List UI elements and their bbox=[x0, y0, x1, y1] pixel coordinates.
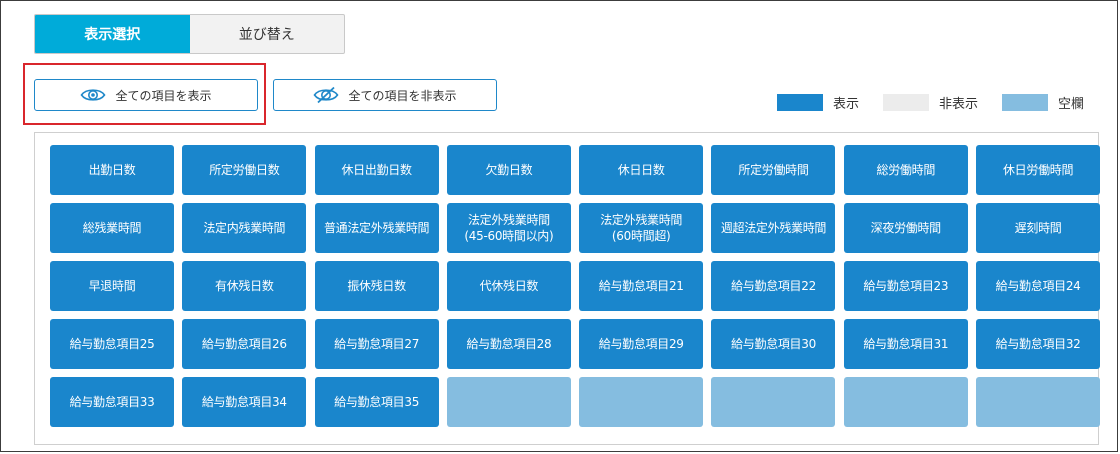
items-panel: 出勤日数 所定労働日数 休日出勤日数 欠勤日数 休日日数 所定労働時間 総労働時… bbox=[34, 132, 1101, 445]
legend-item-shown: 表示 bbox=[777, 93, 859, 112]
item-cell[interactable]: 出勤日数 bbox=[50, 145, 174, 195]
items-grid: 出勤日数 所定労働日数 休日出勤日数 欠勤日数 休日日数 所定労働時間 総労働時… bbox=[50, 145, 1101, 427]
show-all-items-label: 全ての項目を表示 bbox=[115, 88, 212, 103]
item-cell[interactable]: 所定労働日数 bbox=[182, 145, 307, 195]
item-cell[interactable]: 遅刻時間 bbox=[976, 203, 1101, 253]
item-cell[interactable]: 普通法定外残業時間 bbox=[314, 203, 439, 253]
settings-frame: 表示選択 並び替え 全ての項目を表示 全ての項目を非表示 表示 非表示 空欄 出… bbox=[0, 0, 1118, 452]
item-cell[interactable]: 欠勤日数 bbox=[446, 145, 571, 195]
item-cell[interactable]: 給与勤怠項目35 bbox=[314, 377, 439, 427]
item-cell[interactable]: 代休残日数 bbox=[446, 261, 571, 311]
item-cell[interactable]: 振休残日数 bbox=[314, 261, 439, 311]
empty-cell[interactable] bbox=[446, 377, 571, 427]
eye-icon bbox=[80, 87, 106, 103]
item-cell[interactable]: 給与勤怠項目30 bbox=[711, 319, 836, 369]
item-cell[interactable]: 有休残日数 bbox=[182, 261, 307, 311]
item-cell[interactable]: 週超法定外残業時間 bbox=[711, 203, 836, 253]
empty-cell[interactable] bbox=[843, 377, 968, 427]
empty-cell[interactable] bbox=[976, 377, 1101, 427]
item-cell[interactable]: 給与勤怠項目29 bbox=[579, 319, 704, 369]
item-cell[interactable]: 給与勤怠項目31 bbox=[843, 319, 968, 369]
eye-slash-icon bbox=[313, 86, 339, 104]
item-cell[interactable]: 給与勤怠項目26 bbox=[182, 319, 307, 369]
view-mode-tabs: 表示選択 並び替え bbox=[34, 14, 345, 54]
item-cell[interactable]: 給与勤怠項目25 bbox=[50, 319, 174, 369]
legend-label-hidden: 非表示 bbox=[939, 97, 979, 112]
legend-item-empty: 空欄 bbox=[1002, 93, 1084, 112]
item-cell[interactable]: 所定労働時間 bbox=[711, 145, 836, 195]
legend-swatch-shown bbox=[777, 94, 823, 111]
item-cell[interactable]: 休日日数 bbox=[579, 145, 704, 195]
show-all-items-button[interactable]: 全ての項目を表示 bbox=[34, 79, 258, 111]
empty-cell[interactable] bbox=[711, 377, 836, 427]
empty-cell[interactable] bbox=[579, 377, 704, 427]
item-cell[interactable]: 休日労働時間 bbox=[976, 145, 1101, 195]
hide-all-items-label: 全ての項目を非表示 bbox=[348, 88, 457, 103]
item-cell[interactable]: 給与勤怠項目33 bbox=[50, 377, 174, 427]
legend: 表示 非表示 空欄 bbox=[777, 93, 1084, 112]
legend-label-shown: 表示 bbox=[833, 97, 860, 112]
item-cell[interactable]: 給与勤怠項目22 bbox=[711, 261, 836, 311]
item-cell[interactable]: 給与勤怠項目34 bbox=[182, 377, 307, 427]
item-cell[interactable]: 総労働時間 bbox=[843, 145, 968, 195]
item-cell[interactable]: 法定外残業時間 (60時間超) bbox=[579, 203, 704, 253]
item-cell[interactable]: 給与勤怠項目24 bbox=[976, 261, 1101, 311]
item-cell[interactable]: 早退時間 bbox=[50, 261, 174, 311]
hide-all-items-button[interactable]: 全ての項目を非表示 bbox=[273, 79, 497, 111]
item-cell[interactable]: 休日出勤日数 bbox=[314, 145, 439, 195]
tab-reorder[interactable]: 並び替え bbox=[190, 15, 345, 53]
item-cell[interactable]: 深夜労働時間 bbox=[843, 203, 968, 253]
legend-item-hidden: 非表示 bbox=[883, 93, 978, 112]
tab-display-selection[interactable]: 表示選択 bbox=[35, 15, 190, 53]
legend-label-empty: 空欄 bbox=[1058, 97, 1085, 112]
item-cell[interactable]: 給与勤怠項目32 bbox=[976, 319, 1101, 369]
item-cell[interactable]: 総残業時間 bbox=[50, 203, 174, 253]
item-cell[interactable]: 給与勤怠項目28 bbox=[446, 319, 571, 369]
legend-swatch-empty bbox=[1002, 94, 1049, 111]
legend-swatch-hidden bbox=[883, 94, 930, 111]
item-cell[interactable]: 法定外残業時間 (45-60時間以内) bbox=[446, 203, 571, 253]
item-cell[interactable]: 給与勤怠項目23 bbox=[843, 261, 968, 311]
item-cell[interactable]: 法定内残業時間 bbox=[182, 203, 307, 253]
item-cell[interactable]: 給与勤怠項目21 bbox=[579, 261, 704, 311]
item-cell[interactable]: 給与勤怠項目27 bbox=[314, 319, 439, 369]
